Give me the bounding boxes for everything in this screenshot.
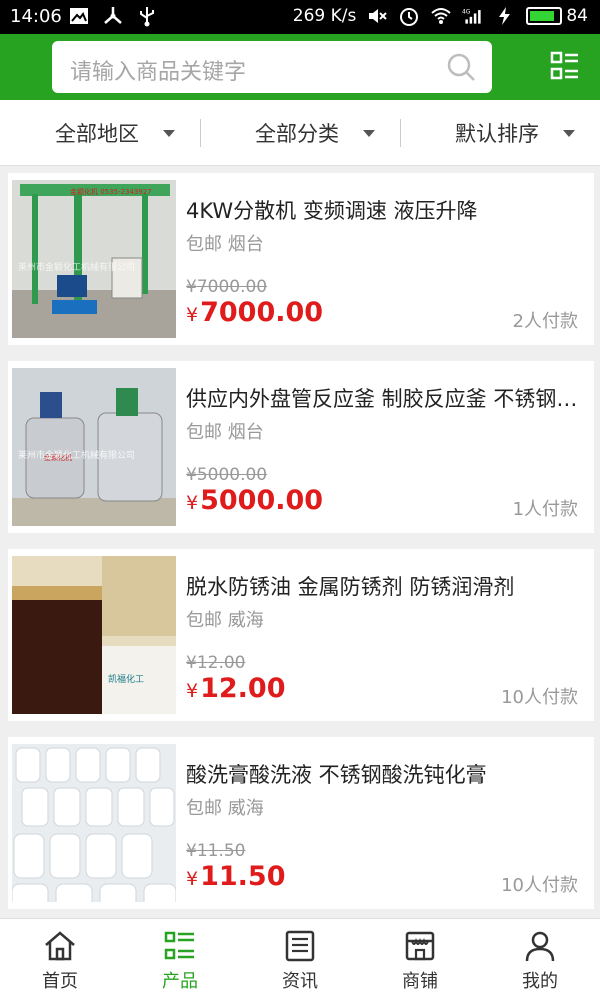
product-image[interactable]: 金颖化机 莱州市金颖化工机械有限公司 [12,368,176,526]
nav-home-label: 首页 [42,971,78,992]
network-speed: 269 K/s [292,6,357,26]
product-card[interactable]: 金颖化机 莱州市金颖化工机械有限公司 供应内外盘管反应釜 制胶反应釜 不锈钢反应… [8,361,594,533]
product-title[interactable]: 酸洗膏酸洗液 不锈钢酸洗钝化膏 [186,759,582,789]
sales-count: 10人付款 [501,875,578,896]
filter-divider [400,119,401,147]
product-image[interactable]: 凯福化工 [12,556,176,714]
product-card[interactable]: 酸洗膏酸洗液 不锈钢酸洗钝化膏 包邮 威海 ¥11.50 ¥11.50 10人付… [8,737,594,909]
status-bar: 14:06 269 K/s 4G 84 [0,0,600,34]
original-price: ¥7000.00 [186,277,268,297]
nav-profile[interactable]: 我的 [480,919,600,1000]
filter-sort-label: 默认排序 [455,122,539,146]
news-icon [285,930,315,962]
filter-region[interactable]: 全部地区 [55,100,175,166]
user-icon [525,931,555,962]
product-image[interactable] [12,744,176,902]
search-icon[interactable] [446,52,476,82]
image-watermark: 莱州市金颖化工机械有限公司 [18,449,135,461]
sale-price: ¥11.50 [186,861,286,892]
brand-tag: 凯福化工 [108,673,144,685]
svg-text:4G: 4G [462,9,471,15]
mute-icon [369,9,388,23]
nav-products-label: 产品 [162,971,198,992]
product-card[interactable]: 凯福化工 脱水防锈油 金属防锈剂 防锈润滑剂 包邮 威海 ¥12.00 ¥12.… [8,549,594,721]
charging-icon [499,7,511,25]
original-price: ¥5000.00 [186,465,268,485]
product-location: 包邮 威海 [186,610,264,631]
category-menu-icon[interactable] [550,50,580,82]
battery-level: 84 [566,6,588,26]
sale-price: ¥5000.00 [186,485,324,516]
brand-tag: 金颖化机 0535-2343927 [70,187,152,196]
nav-home[interactable]: 首页 [0,919,120,1000]
product-location: 包邮 烟台 [186,234,264,255]
nav-profile-label: 我的 [522,971,558,992]
sales-count: 1人付款 [512,499,578,520]
battery-indicator: 84 [526,6,588,26]
product-location: 包邮 烟台 [186,422,264,443]
caret-down-icon [363,129,375,137]
original-price: ¥12.00 [186,653,246,673]
wifi-icon [431,8,452,24]
bottom-nav: 首页 产品 资讯 商铺 我的 [0,918,600,1000]
filter-category-label: 全部分类 [255,122,339,146]
list-icon [164,931,194,960]
caret-down-icon [563,129,575,137]
filter-divider [200,119,201,147]
product-title[interactable]: 脱水防锈油 金属防锈剂 防锈润滑剂 [186,571,582,601]
nav-products[interactable]: 产品 [120,919,240,1000]
nav-news[interactable]: 资讯 [240,919,360,1000]
search-placeholder: 请输入商品关键字 [70,60,247,85]
home-icon [45,931,75,961]
nav-stores[interactable]: 商铺 [360,919,480,1000]
filter-region-label: 全部地区 [55,122,139,146]
product-card[interactable]: 金颖化机 0535-2343927 莱州市金颖化工机械有限公司 4KW分散机 变… [8,173,594,345]
share-notification-icon [104,7,122,24]
sales-count: 2人付款 [512,311,578,332]
usb-icon [140,7,154,27]
sale-price: ¥7000.00 [186,297,324,328]
nav-stores-label: 商铺 [402,971,438,992]
product-image[interactable]: 金颖化机 0535-2343927 莱州市金颖化工机械有限公司 [12,180,176,338]
sales-count: 10人付款 [501,687,578,708]
image-notification-icon [70,8,88,24]
nav-news-label: 资讯 [282,971,318,992]
signal-icon: 4G [462,9,481,24]
product-title[interactable]: 供应内外盘管反应釜 制胶反应釜 不锈钢反应釜 [186,383,582,413]
product-location: 包邮 威海 [186,798,264,819]
product-title[interactable]: 4KW分散机 变频调速 液压升降 [186,195,582,225]
app-header: 请输入商品关键字 [0,34,600,100]
store-icon [405,931,435,961]
alarm-icon [400,8,419,26]
original-price: ¥11.50 [186,841,246,861]
status-time: 14:06 [10,6,62,27]
sale-price: ¥12.00 [186,673,286,704]
search-bar[interactable]: 请输入商品关键字 [52,41,492,93]
filter-sort[interactable]: 默认排序 [455,100,575,166]
image-watermark: 莱州市金颖化工机械有限公司 [18,261,135,273]
filter-bar: 全部地区 全部分类 默认排序 [0,100,600,166]
filter-category[interactable]: 全部分类 [255,100,375,166]
caret-down-icon [163,129,175,137]
